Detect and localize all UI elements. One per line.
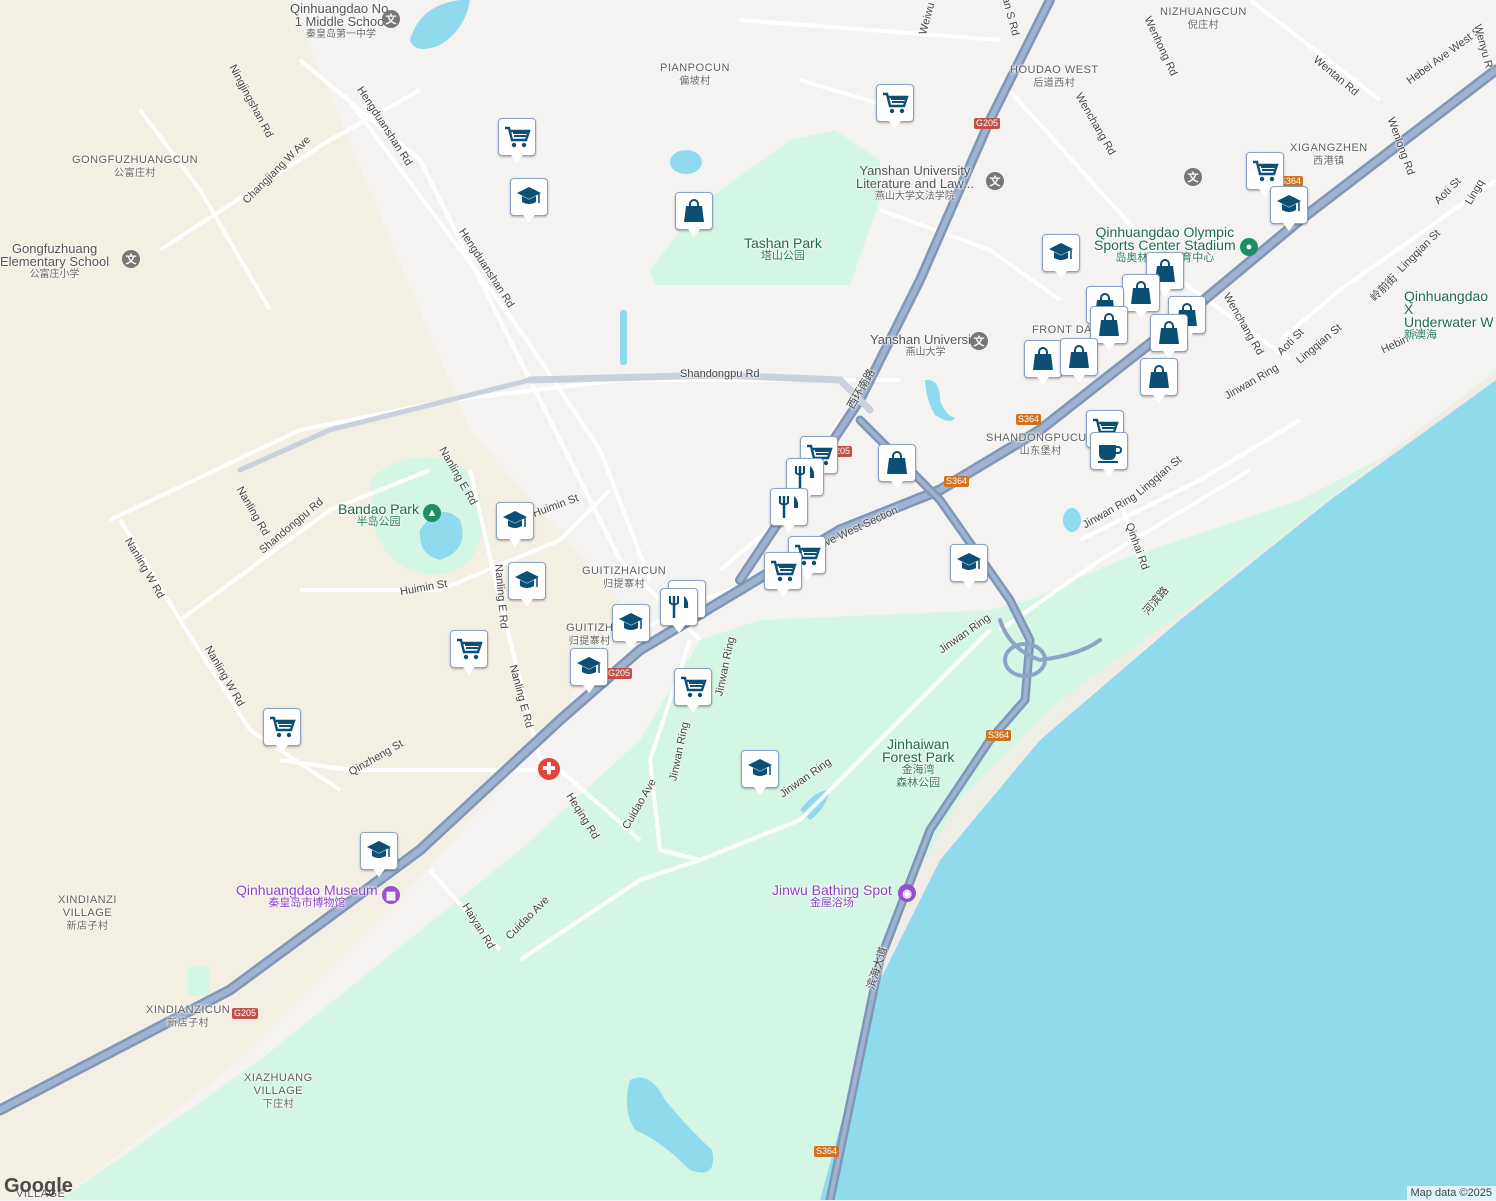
place-xigangzhen: XIGANGZHEN西港镇 [1290,142,1368,168]
pond-jinwan [1063,508,1081,532]
google-logo: Google [4,1175,73,1198]
shield-s364-c: S364 [944,476,969,487]
school-marker-icon[interactable] [1270,186,1308,224]
place-gongfuzhuangcun: GONGFUZHUANGCUN公富庄村 [72,154,198,180]
place-shandongpucun: SHANDONGPUCUN山东堡村 [986,432,1095,458]
shield-g205-south: G205 [232,1008,258,1019]
place-front-da: FRONT DA [1032,324,1092,337]
bag-marker-icon[interactable] [1060,338,1098,376]
school-marker-icon[interactable] [570,648,608,686]
school-pin-icon[interactable]: 文 [382,10,400,28]
place-houdao-west: HOUDAO WEST后道西村 [1010,64,1099,90]
school-pin-icon[interactable]: 文 [1184,168,1202,186]
school-pin-icon[interactable]: 文 [970,332,988,350]
place-pianpocun: PIANPOCUN偏坡村 [660,62,730,88]
road-label-shandongpu: Shandongpu Rd [680,368,760,381]
stadium-pin-icon[interactable]: ● [1240,238,1258,256]
cart-marker-icon[interactable] [450,630,488,668]
place-jinwu-bathing-spot[interactable]: Jinwu Bathing Spot金屋浴场 [772,884,892,910]
cart-marker-icon[interactable] [764,552,802,590]
school-marker-icon[interactable] [950,544,988,582]
cart-marker-icon[interactable] [498,118,536,156]
school-pin-icon[interactable]: 文 [122,250,140,268]
shield-g205-north: G205 [974,118,1000,129]
food-marker-icon[interactable] [770,488,808,526]
place-yanshan-university[interactable]: Yanshan University燕山大学 [870,333,981,359]
school-marker-icon[interactable] [508,562,546,600]
place-qh-middle-school[interactable]: Qinhuangdao No. 1 Middle School秦皇岛第一中学 [290,2,392,41]
bag-marker-icon[interactable] [1024,340,1062,378]
school-marker-icon[interactable] [1042,234,1080,272]
canal [620,310,627,365]
cafe-marker-icon[interactable] [1090,432,1128,470]
food-marker-icon[interactable] [660,588,698,626]
shield-g205-mid: G205 [606,668,632,679]
place-xindianzicun: XINDIANZICUN新店子村 [146,1004,230,1030]
place-gongfuzhuang-school[interactable]: Gongfuzhuang Elementary School公富庄小学 [0,242,109,281]
cart-marker-icon[interactable] [674,668,712,706]
map-attribution[interactable]: Map data ©2025 [1407,1186,1496,1200]
lake-north [410,0,470,49]
park-pin-icon[interactable]: ▲ [423,504,441,522]
shield-s364-b: S364 [1016,414,1041,425]
place-tashan-park[interactable]: Tashan Park塔山公园 [744,237,822,263]
place-jinhaiwan-forest-park[interactable]: Jinhaiwan Forest Park金海湾 森林公园 [882,738,954,790]
school-marker-icon[interactable] [510,178,548,216]
pond-yanshan [925,380,955,421]
school-marker-icon[interactable] [496,502,534,540]
pond-tashan [670,150,702,174]
bag-marker-icon[interactable] [878,444,916,482]
cart-marker-icon[interactable] [263,708,301,746]
cart-marker-icon[interactable] [876,84,914,122]
place-nizhuangcun: NIZHUANGCUN倪庄村 [1160,6,1247,32]
bag-marker-icon[interactable] [1150,314,1188,352]
place-guitizh: GUITIZH归提寨村 [566,622,614,648]
shield-s364-e: S364 [814,1146,839,1157]
shield-s364-d: S364 [986,730,1011,741]
school-marker-icon[interactable] [360,832,398,870]
place-xiazhuang-village: XIAZHUANG VILLAGE下庄村 [244,1072,313,1111]
school-marker-icon[interactable] [741,750,779,788]
camera-pin-icon[interactable]: ◉ [898,884,916,902]
school-marker-icon[interactable] [612,604,650,642]
bag-marker-icon[interactable] [1122,274,1160,312]
place-qh-museum[interactable]: Qinhuangdao Museum秦皇岛市博物馆 [236,884,378,910]
green-square [188,966,210,996]
bag-marker-icon[interactable] [675,192,713,230]
place-bandao-park[interactable]: Bandao Park半岛公园 [338,503,419,529]
hospital-pin-icon[interactable]: ✚ [538,758,560,780]
bag-marker-icon[interactable] [1140,358,1178,396]
school-pin-icon[interactable]: 文 [986,172,1004,190]
place-xindianzi-village: XINDIANZI VILLAGE新店子村 [58,894,117,933]
cart-marker-icon[interactable] [1246,152,1284,190]
museum-pin-icon[interactable]: ▦ [382,886,400,904]
place-underwater-world[interactable]: Qinhuangdao X Underwater W新澳海 [1404,290,1496,342]
place-guitizhaicun: GUITIZHAICUN归提寨村 [582,565,666,591]
place-yanshan-law[interactable]: Yanshan University Literature and Law...… [856,164,974,203]
